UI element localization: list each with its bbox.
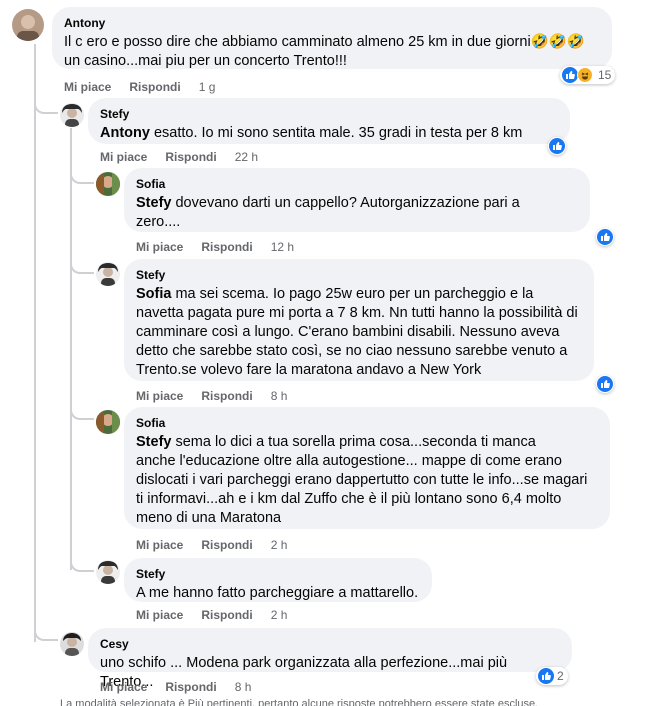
- avatar[interactable]: [60, 103, 84, 127]
- profile-photo-icon: [17, 15, 39, 41]
- comment-author[interactable]: Antony: [64, 15, 600, 31]
- thread-elbow-6: [34, 627, 58, 641]
- profile-photo-icon: [96, 410, 120, 434]
- comment-text-part: esatto. Io mi sono sentita male. 35 grad…: [149, 125, 523, 141]
- timestamp[interactable]: 2 h: [271, 608, 288, 622]
- comment-text-part: ma sei scema. Io pago 25w euro per un pa…: [171, 286, 534, 302]
- comment-actions: Mi piace Rispondi 1 g: [64, 80, 215, 94]
- comment-text: Sofia ma sei scema. Io pago 25w euro per…: [136, 285, 582, 380]
- reply-link[interactable]: Rispondi: [201, 538, 252, 552]
- like-link[interactable]: Mi piace: [100, 680, 147, 694]
- comment-bubble: Cesy uno schifo ... Modena park organizz…: [88, 628, 572, 690]
- thread-elbow-2: [70, 170, 94, 184]
- comment-text-part: dovevano darti un cappello? Autorganizza…: [171, 195, 520, 211]
- avatar[interactable]: [96, 262, 120, 286]
- comment-text: Stefy dovevano darti un cappello? Autorg…: [136, 194, 578, 232]
- timestamp[interactable]: 2 h: [271, 538, 288, 552]
- reaction-summary[interactable]: [596, 375, 614, 393]
- thread-elbow-5: [70, 558, 94, 572]
- like-link[interactable]: Mi piace: [136, 608, 183, 622]
- thread-line-sub: [70, 128, 72, 570]
- comment-text-part: Il c ero e posso dire che abbiamo cammin…: [64, 34, 531, 50]
- reply-link[interactable]: Rispondi: [165, 680, 216, 694]
- reply-link[interactable]: Rispondi: [201, 608, 252, 622]
- comment-author[interactable]: Stefy: [136, 566, 420, 582]
- comment-text-part: sema lo dici a tua sorella prima cosa...…: [171, 434, 536, 450]
- like-icon: [562, 67, 578, 83]
- like-icon: [538, 668, 554, 684]
- comment-bubble: Stefy Sofia ma sei scema. Io pago 25w eu…: [124, 259, 594, 381]
- mention-link[interactable]: Antony: [100, 125, 150, 141]
- like-link[interactable]: Mi piace: [136, 240, 183, 254]
- laughing-emoji-icon: 🤣🤣🤣: [530, 34, 585, 50]
- comment-text: Antony esatto. Io mi sono sentita male. …: [100, 124, 558, 143]
- profile-photo-icon: [98, 263, 118, 286]
- comment-text-part: zero....: [136, 214, 181, 230]
- thread-elbow-1: [34, 100, 58, 114]
- avatar[interactable]: [96, 560, 120, 584]
- timestamp[interactable]: 22 h: [235, 150, 258, 164]
- comment-author[interactable]: Sofia: [136, 176, 578, 192]
- reply-link[interactable]: Rispondi: [201, 389, 252, 403]
- thread-elbow-4: [70, 406, 94, 420]
- avatar[interactable]: [60, 632, 84, 656]
- comment-text-part: un casino...mai piu per un concerto Tren…: [64, 53, 347, 69]
- avatar[interactable]: [12, 9, 44, 41]
- like-link[interactable]: Mi piace: [100, 150, 147, 164]
- reaction-count: 15: [598, 68, 612, 82]
- reply-link[interactable]: Rispondi: [201, 240, 252, 254]
- comment-bubble: Sofia Stefy sema lo dici a tua sorella p…: [124, 407, 610, 529]
- reply-link[interactable]: Rispondi: [129, 80, 180, 94]
- reaction-summary[interactable]: 15: [560, 66, 616, 84]
- like-link[interactable]: Mi piace: [64, 80, 111, 94]
- timestamp[interactable]: 12 h: [271, 240, 294, 254]
- comment-bubble: Stefy Antony esatto. Io mi sono sentita …: [88, 98, 570, 144]
- comment-author[interactable]: Stefy: [100, 106, 558, 122]
- timestamp[interactable]: 1 g: [199, 80, 216, 94]
- comment-text-part: navetta pagata pure mi porta a 7 8 km. N…: [136, 305, 578, 378]
- like-link[interactable]: Mi piace: [136, 389, 183, 403]
- comment-text-part: anche l'educazione oltre alla autogestio…: [136, 453, 588, 526]
- mention-link[interactable]: Sofia: [136, 286, 171, 302]
- thread-elbow-3: [70, 260, 94, 274]
- reply-link[interactable]: Rispondi: [165, 150, 216, 164]
- comment-actions: Mi piace Rispondi 2 h: [136, 608, 287, 622]
- avatar[interactable]: [96, 172, 120, 196]
- comment-actions: Mi piace Rispondi 22 h: [100, 150, 258, 164]
- comment-actions: Mi piace Rispondi 8 h: [136, 389, 287, 403]
- profile-photo-icon: [96, 172, 120, 196]
- profile-photo-icon: [63, 633, 81, 656]
- profile-photo-icon: [98, 561, 118, 584]
- like-icon: [597, 376, 613, 392]
- reaction-summary[interactable]: [548, 137, 566, 155]
- sort-notice: La modalità selezionata è Più pertinenti…: [60, 698, 539, 706]
- haha-icon: [577, 67, 593, 83]
- reaction-summary[interactable]: [596, 228, 614, 246]
- comment-author[interactable]: Sofia: [136, 415, 598, 431]
- comment-bubble: Sofia Stefy dovevano darti un cappello? …: [124, 168, 590, 232]
- comment-actions: Mi piace Rispondi 12 h: [136, 240, 294, 254]
- comment-actions: Mi piace Rispondi 2 h: [136, 538, 287, 552]
- like-icon: [549, 138, 565, 154]
- comment-bubble: Antony Il c ero e posso dire che abbiamo…: [52, 7, 612, 69]
- comment-author[interactable]: Stefy: [136, 267, 582, 283]
- like-link[interactable]: Mi piace: [136, 538, 183, 552]
- comment-text: Il c ero e posso dire che abbiamo cammin…: [64, 33, 600, 71]
- comment-text: A me hanno fatto parcheggiare a mattarel…: [136, 585, 419, 601]
- comment-bubble: Stefy A me hanno fatto parcheggiare a ma…: [124, 558, 432, 602]
- comment-author[interactable]: Cesy: [100, 636, 560, 652]
- reaction-count: 2: [557, 669, 564, 683]
- reaction-summary[interactable]: 2: [536, 667, 568, 685]
- profile-photo-icon: [62, 104, 82, 127]
- comment-text: Stefy sema lo dici a tua sorella prima c…: [136, 433, 598, 528]
- mention-link[interactable]: Stefy: [136, 434, 171, 450]
- thread-line-main: [34, 44, 36, 642]
- comment-actions: Mi piace Rispondi 8 h: [100, 680, 251, 694]
- like-icon: [597, 229, 613, 245]
- avatar[interactable]: [96, 410, 120, 434]
- mention-link[interactable]: Stefy: [136, 195, 171, 211]
- timestamp[interactable]: 8 h: [235, 680, 252, 694]
- timestamp[interactable]: 8 h: [271, 389, 288, 403]
